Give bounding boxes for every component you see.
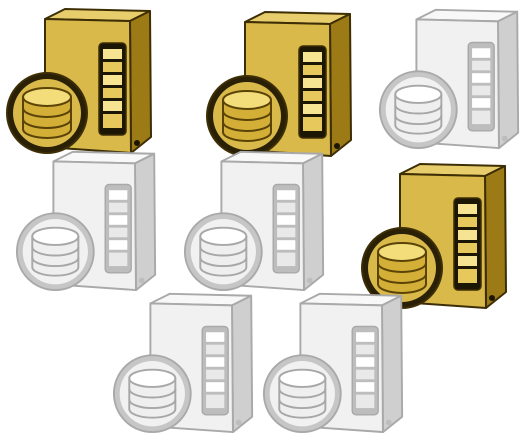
database-server-icon bbox=[183, 148, 337, 292]
database-server-icon bbox=[378, 6, 521, 150]
database-server-icon bbox=[360, 160, 520, 310]
database-server-icon bbox=[5, 5, 165, 155]
database-server-icon bbox=[205, 8, 365, 158]
database-server-icon bbox=[15, 148, 169, 292]
database-server-icon bbox=[112, 290, 266, 434]
database-server-icon bbox=[262, 290, 416, 434]
